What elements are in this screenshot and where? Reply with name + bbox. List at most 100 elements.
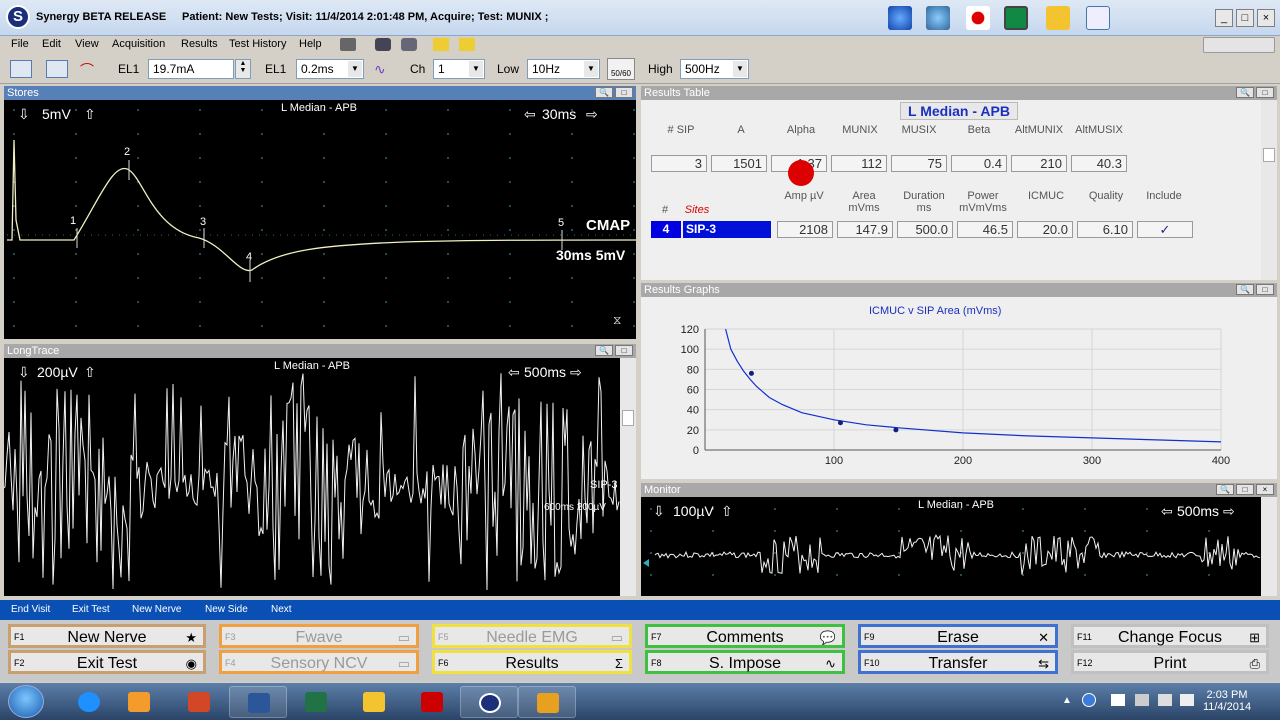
menu-edit[interactable]: Edit [42,38,61,50]
fkey-sensory-ncv-button[interactable]: F4 Sensory NCV ▭ [219,650,419,674]
fkey-results-button[interactable]: F6 Results Σ [432,650,632,674]
longtrace-sweep-left-icon[interactable]: ⇦ [508,364,520,381]
high-filter-select[interactable]: 500Hz ▼ [680,59,749,79]
fkey-transfer-button[interactable]: F10 Transfer ⇆ [858,650,1058,674]
fkey-erase-button[interactable]: F9 Erase ✕ [858,624,1058,648]
stimulus-icon[interactable]: ⌒ [80,60,102,78]
explorer-icon[interactable] [345,686,403,718]
new-side-link[interactable]: New Side [205,604,248,615]
clock[interactable]: 2:03 PM 11/4/2014 [1197,689,1257,713]
panel-close-button[interactable]: × [1256,484,1274,495]
stores-sweep-left-icon[interactable]: ⇦ [524,106,536,123]
longtrace-gain-up-icon[interactable]: ⇧ [84,364,96,381]
maximize-button[interactable]: □ [1236,9,1254,27]
longtrace-scrollbar[interactable] [620,358,636,596]
fkey-exit-test-button[interactable]: F2 Exit Test ◉ [8,650,206,674]
add-patient-icon[interactable] [888,6,912,30]
end-visit-link[interactable]: End Visit [11,604,50,615]
duration-select[interactable]: 0.2ms ▼ [296,59,364,79]
monitor-panel[interactable]: Monitor 🔍 □ × L Median - APB ⇩ 100µV ⇧ ⇦… [641,483,1277,596]
synergy-taskbar-icon[interactable] [460,686,518,718]
camera-icon[interactable] [375,38,391,51]
results-scrollbar[interactable] [1261,100,1277,280]
volume-tray-icon[interactable] [1180,694,1194,706]
site-include-checkbox[interactable]: ✓ [1137,221,1193,238]
menu-file[interactable]: File [11,38,29,50]
monitor-icon[interactable] [1004,6,1028,30]
fkey-fwave-button[interactable]: F3 Fwave ▭ [219,624,419,648]
patients-icon[interactable] [926,6,950,30]
panel-options-button[interactable]: 🔍 [1236,87,1254,98]
panel-options-button[interactable]: 🔍 [595,87,613,98]
fkey-change-focus-button[interactable]: F11 Change Focus ⊞ [1071,624,1269,648]
save-folder-icon[interactable] [459,38,475,51]
munix-taskbar-icon[interactable] [518,686,576,718]
open-folder-icon[interactable] [433,38,449,51]
fkey-comments-button[interactable]: F7 Comments 💬 [645,624,845,648]
monitor-sweep-left-icon[interactable]: ⇦ [1161,503,1173,520]
fkey-new-nerve-button[interactable]: F1 New Nerve ★ [8,624,206,648]
scrollbar-thumb[interactable] [1263,148,1275,162]
battery-tray-icon[interactable] [1158,694,1172,706]
acrobat-icon[interactable] [403,686,461,718]
stores-sweep-right-icon[interactable]: ⇨ [586,106,598,123]
longtrace-panel[interactable]: LongTrace 🔍 □ L Median - APB ⇩ 200µV ⇧ ⇦… [4,344,636,596]
low-filter-select[interactable]: 10Hz ▼ [527,59,600,79]
stores-gain-down-icon[interactable]: ⇩ [18,106,30,123]
tray-expand-icon[interactable]: ▲ [1062,695,1072,706]
print-icon[interactable] [340,38,356,51]
waveform-icon[interactable]: ∿ [374,61,386,78]
word-icon[interactable] [229,686,287,718]
latency-cursor-icon[interactable] [46,60,68,78]
menu-view[interactable]: View [75,38,99,50]
minimize-button[interactable]: _ [1215,9,1233,27]
longtrace-sweep-right-icon[interactable]: ⇨ [570,364,582,381]
network-tray-icon[interactable] [1135,694,1149,706]
info-tray-icon[interactable] [1082,693,1096,707]
menu-test-history[interactable]: Test History [229,38,286,50]
menu-help[interactable]: Help [299,38,322,50]
collapse-icon[interactable]: ⧖ [613,313,621,328]
intensity-spinner[interactable]: ▲ ▼ [235,59,251,79]
flag-tray-icon[interactable] [1111,694,1125,706]
menu-acquisition[interactable]: Acquisition [112,38,165,50]
fkey-needle-emg-button[interactable]: F5 Needle EMG ▭ [432,624,632,648]
stimulus-intensity-field[interactable]: 19.7mA [148,59,234,79]
exit-test-link[interactable]: Exit Test [72,604,110,615]
excel-icon[interactable] [287,686,345,718]
fkey-s-impose-button[interactable]: F8 S. Impose ∿ [645,650,845,674]
monitor-sweep-right-icon[interactable]: ⇨ [1223,503,1235,520]
monitor-scrollbar[interactable] [1261,497,1277,596]
new-nerve-link[interactable]: New Nerve [132,604,181,615]
menu-results[interactable]: Results [181,38,218,50]
notch-filter-button[interactable]: 50/60 [607,58,635,80]
stores-panel[interactable]: Stores 🔍 □ L Median - APB ⇩ 5mV ⇧ ⇦ 30ms… [4,86,636,339]
panel-options-button[interactable]: 🔍 [595,345,613,356]
next-link[interactable]: Next [271,604,292,615]
channel-select[interactable]: 1 ▼ [433,59,485,79]
video-icon[interactable] [401,38,417,51]
record-icon[interactable] [966,6,990,30]
powerpoint-icon[interactable] [170,686,228,718]
close-button[interactable]: × [1257,9,1275,27]
monitor-gain-up-icon[interactable]: ⇧ [721,503,733,520]
panel-options-button[interactable]: 🔍 [1236,284,1254,295]
panel-maximize-button[interactable]: □ [1236,484,1254,495]
start-button[interactable] [8,685,44,718]
scrollbar-thumb[interactable] [622,410,634,426]
stores-gain-up-icon[interactable]: ⇧ [84,106,96,123]
panel-maximize-button[interactable]: □ [1256,284,1274,295]
panel-maximize-button[interactable]: □ [1256,87,1274,98]
panel-maximize-button[interactable]: □ [615,345,633,356]
panel-maximize-button[interactable]: □ [615,87,633,98]
monitor-gain-down-icon[interactable]: ⇩ [653,503,665,520]
site-name-cell[interactable]: SIP-3 [683,221,771,238]
site-row-number[interactable]: 4 [651,221,681,238]
panel-options-button[interactable]: 🔍 [1216,484,1234,495]
fkey-print-button[interactable]: F12 Print ⎙ [1071,650,1269,674]
folder-icon[interactable] [1046,6,1070,30]
notes-icon[interactable] [1086,6,1110,30]
longtrace-gain-down-icon[interactable]: ⇩ [18,364,30,381]
amplitude-cursor-icon[interactable] [10,60,32,78]
media-player-icon[interactable] [110,686,168,718]
